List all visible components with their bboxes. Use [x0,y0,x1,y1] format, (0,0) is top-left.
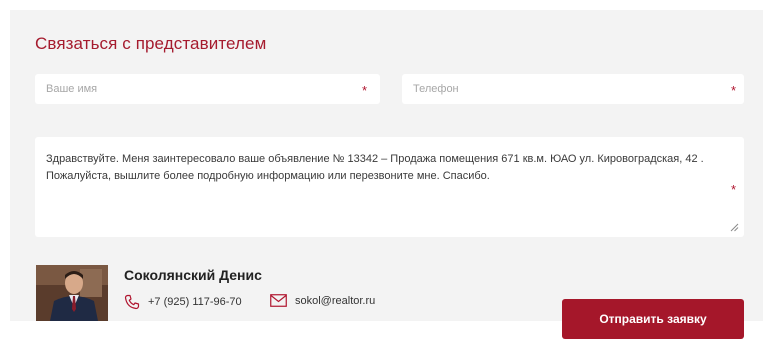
phone-input[interactable] [402,74,744,104]
agent-phone-text: +7 (925) 117-96-70 [148,296,242,308]
name-input[interactable] [35,74,380,104]
submit-request-button[interactable]: Отправить заявку [562,299,744,339]
resize-handle-icon[interactable] [730,223,739,232]
agent-email[interactable]: sokol@realtor.ru [270,294,375,307]
message-field[interactable]: Здравствуйте. Меня заинтересовало ваше о… [35,137,744,237]
agent-email-text: sokol@realtor.ru [295,294,376,307]
message-textarea[interactable]: Здравствуйте. Меня заинтересовало ваше о… [35,137,744,237]
agent-avatar [36,265,108,321]
phone-icon [124,294,140,310]
name-required-mark: * [361,83,367,98]
phone-field[interactable]: * [402,74,744,104]
message-required-mark: * [730,182,736,197]
agent-name: Соколянский Денис [124,267,262,283]
envelope-icon [270,294,287,307]
name-field[interactable]: * [35,74,380,104]
agent-phone[interactable]: +7 (925) 117-96-70 [124,294,242,310]
form-title: Связаться с представителем [35,34,267,53]
phone-required-mark: * [730,83,736,98]
